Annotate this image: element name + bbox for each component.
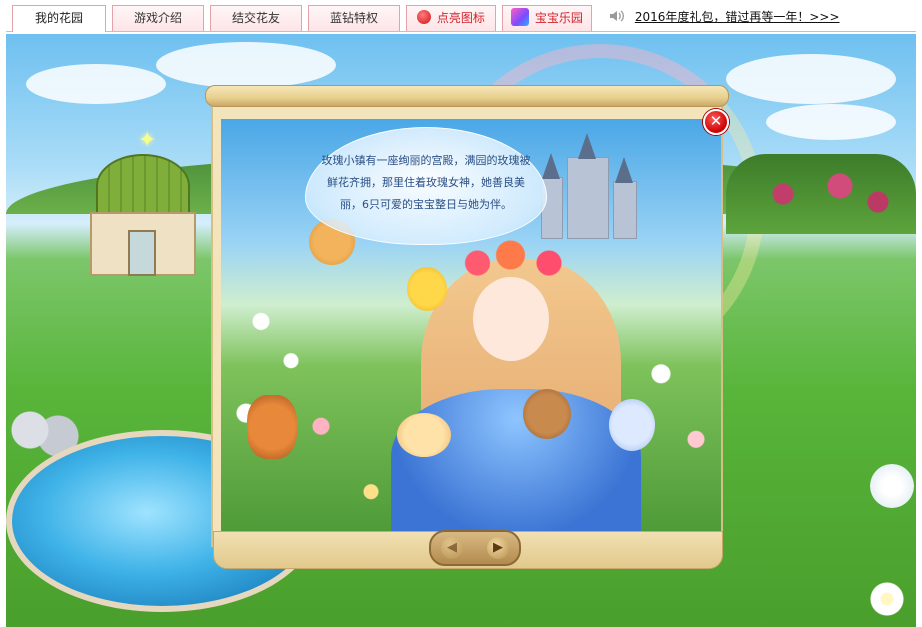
rabbit-baby bbox=[609, 399, 655, 451]
castle-tower bbox=[613, 181, 637, 239]
close-icon: ✕ bbox=[709, 112, 723, 130]
tab-light-icon[interactable]: 点亮图标 bbox=[406, 5, 496, 31]
tab-bar-divider bbox=[6, 31, 916, 32]
prev-page-button[interactable]: ◀ bbox=[441, 537, 463, 559]
announcement-link[interactable]: 2016年度礼包，错过再等一年！>>> bbox=[635, 10, 840, 24]
castle bbox=[541, 133, 641, 239]
tab-label: 点亮图标 bbox=[436, 11, 485, 25]
greenhouse-dome bbox=[96, 154, 190, 218]
rose-goddess-face bbox=[473, 277, 549, 361]
tab-game-intro[interactable]: 游戏介绍 bbox=[112, 5, 204, 31]
castle-tower bbox=[567, 157, 609, 239]
story-illustration: 玫瑰小镇有一座绚丽的宫殿，满园的玫瑰被鲜花齐拥，那里住着玫瑰女神，她善良美丽，6… bbox=[221, 119, 721, 531]
cloud bbox=[26, 64, 166, 104]
tab-label: 结交花友 bbox=[231, 11, 280, 25]
dandelion bbox=[870, 464, 914, 508]
flower-crown bbox=[461, 239, 571, 279]
castle-spire bbox=[615, 157, 633, 183]
sparkle-star-icon: ✦ bbox=[138, 128, 157, 153]
cloud bbox=[766, 104, 896, 140]
bear-baby bbox=[523, 389, 571, 439]
story-speech-bubble: 玫瑰小镇有一座绚丽的宫殿，满园的玫瑰被鲜花齐拥，那里住着玫瑰女神，她善良美丽，6… bbox=[305, 127, 547, 245]
daisy bbox=[870, 582, 904, 616]
page-nav: ◀ ▶ bbox=[429, 530, 521, 566]
tab-label: 蓝钻特权 bbox=[329, 11, 378, 25]
tab-label: 我的花园 bbox=[34, 11, 83, 25]
fox-baby bbox=[247, 395, 297, 459]
announcement: 2016年度礼包，错过再等一年！>>> bbox=[609, 8, 840, 26]
scroll-top-roll bbox=[205, 85, 729, 107]
cloud bbox=[726, 54, 896, 104]
arrow-right-icon: ▶ bbox=[493, 540, 503, 555]
heart-icon bbox=[417, 10, 432, 24]
story-text: 玫瑰小镇有一座绚丽的宫殿，满园的玫瑰被鲜花齐拥，那里住着玫瑰女神，她善良美丽，6… bbox=[321, 154, 531, 211]
story-scroll-dialog: 玫瑰小镇有一座绚丽的宫殿，满园的玫瑰被鲜花齐拥，那里住着玫瑰女神，她善良美丽，6… bbox=[205, 85, 729, 569]
mouse-baby bbox=[397, 413, 451, 457]
cloud bbox=[156, 42, 336, 88]
next-page-button[interactable]: ▶ bbox=[487, 537, 509, 559]
rose-goddess-dress bbox=[391, 389, 641, 531]
top-tab-bar: 我的花园 游戏介绍 结交花友 蓝钻特权 点亮图标 宝宝乐园 2016年度礼包，错… bbox=[0, 0, 922, 34]
close-button[interactable]: ✕ bbox=[703, 109, 729, 135]
castle-spire bbox=[578, 133, 596, 159]
tab-baby-garden[interactable]: 宝宝乐园 bbox=[502, 5, 592, 31]
tab-my-garden[interactable]: 我的花园 bbox=[12, 5, 106, 32]
greenhouse[interactable]: ✦ bbox=[86, 128, 198, 276]
chick-baby bbox=[407, 267, 447, 311]
tab-label: 宝宝乐园 bbox=[534, 11, 583, 25]
rose-bushes bbox=[726, 154, 916, 234]
castle-spire bbox=[542, 153, 560, 179]
baby-garden-icon bbox=[511, 8, 530, 26]
tab-label: 游戏介绍 bbox=[133, 11, 182, 25]
tab-blue-diamond[interactable]: 蓝钻特权 bbox=[308, 5, 400, 31]
tab-make-friends[interactable]: 结交花友 bbox=[210, 5, 302, 31]
speaker-icon bbox=[610, 10, 624, 22]
greenhouse-door bbox=[128, 230, 156, 276]
arrow-left-icon: ◀ bbox=[447, 540, 457, 555]
